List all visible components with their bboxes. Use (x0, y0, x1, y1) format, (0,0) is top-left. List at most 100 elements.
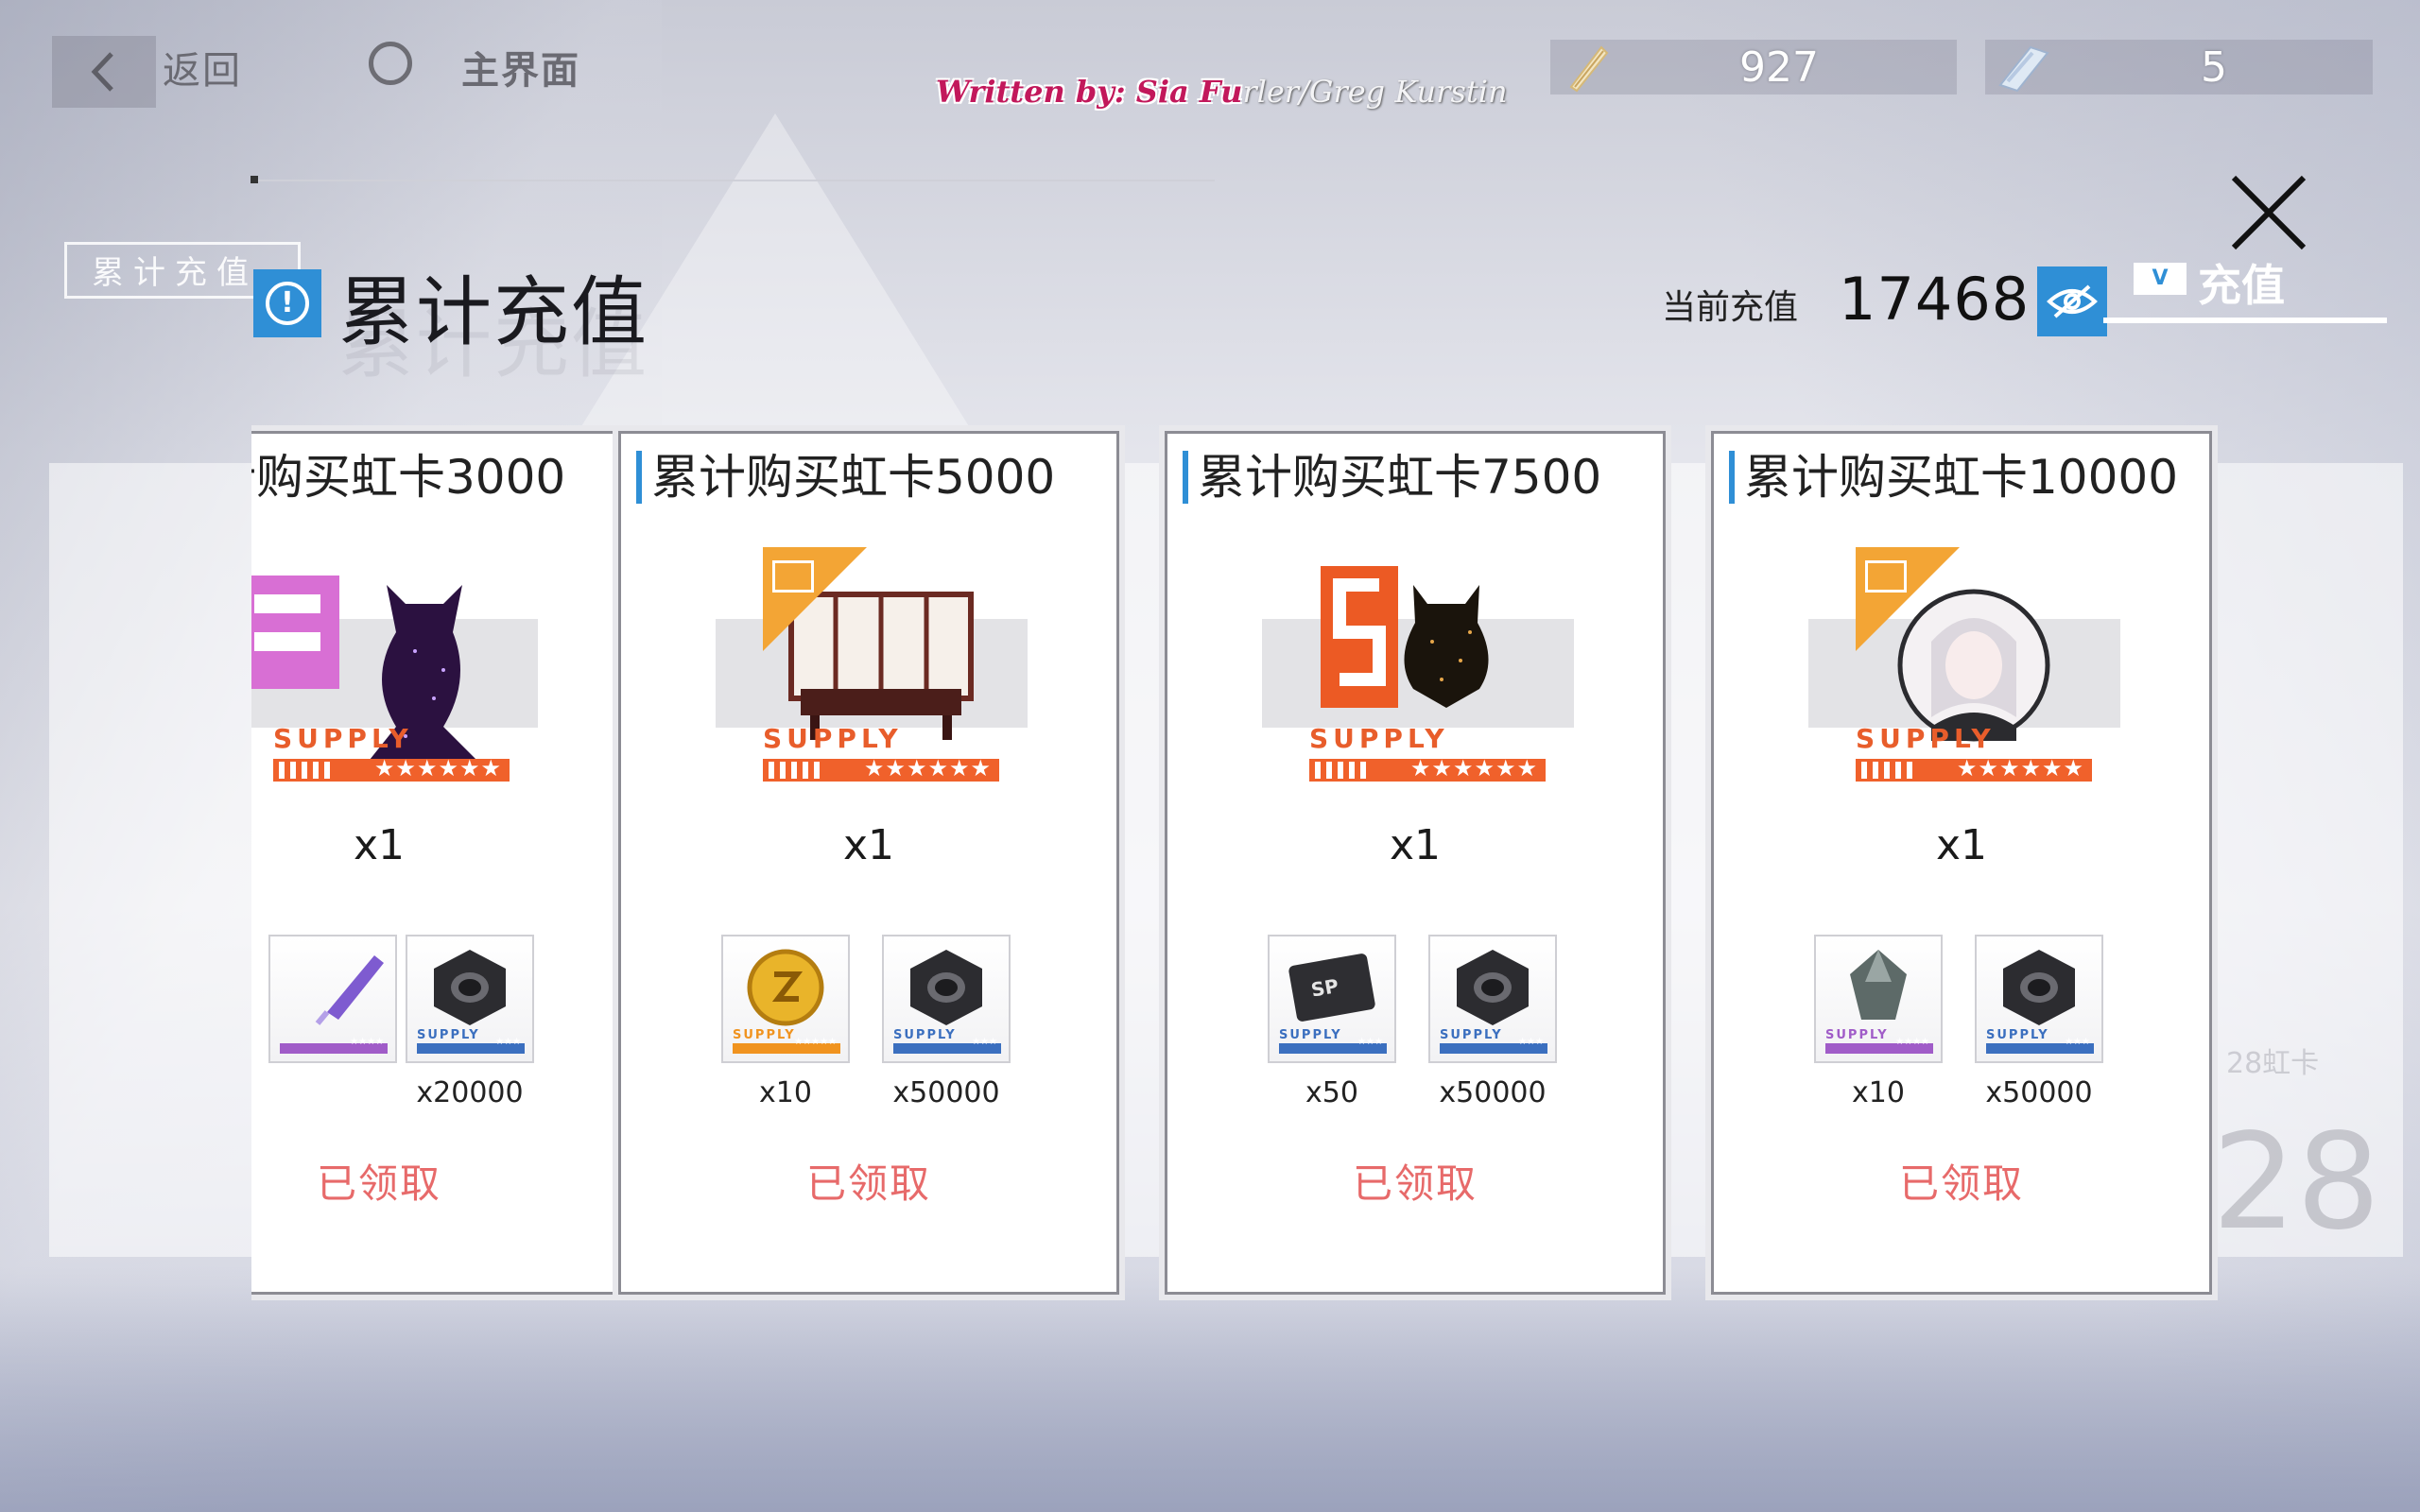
card-title: 累计购买虹卡7500 (1183, 451, 1601, 504)
svg-text:SP: SP (1309, 974, 1340, 1002)
gold-coin-icon (747, 949, 824, 1026)
header-divider (251, 180, 1215, 181)
recharge-tab-label: 充值 (2198, 260, 2285, 311)
eye-hidden-button[interactable] (2037, 266, 2107, 336)
hex-nut-icon (1457, 950, 1529, 1025)
reward-item-qty: x10 (759, 1076, 812, 1109)
supply-label: SUPPLY (273, 723, 413, 754)
reward-item[interactable]: SUPPLY ★★★★★ (721, 935, 850, 1063)
reward-item-qty: x50000 (892, 1076, 1000, 1109)
main-reward-qty: x1 (842, 821, 895, 869)
rarity-bar: ★★★ (1440, 1037, 1547, 1054)
hex-nut-icon (910, 950, 982, 1025)
reward-item[interactable]: SP SUPPLY ★★★ (1268, 935, 1396, 1063)
song-credit: Written by: Sia Furler/Greg Kurstin (936, 74, 1508, 110)
supply-label: SUPPLY (893, 1028, 957, 1042)
supply-label: SUPPLY (1856, 723, 1996, 754)
recharge-tab[interactable]: V 充值 (2103, 248, 2387, 325)
eye-slash-icon (2047, 284, 2098, 318)
reward-item[interactable]: SUPPLY ★★★ (1975, 935, 2103, 1063)
main-reward-qty: x1 (353, 821, 406, 869)
supply-label: SUPPLY (417, 1028, 480, 1042)
reward-card-list[interactable]: 累计购买虹卡3000 SUPPLY ★★★★★★ x1 ★★★★ (251, 416, 2218, 1304)
card-title: 累计购买虹卡10000 (1729, 451, 2178, 504)
supply-label: SUPPLY (1309, 723, 1449, 754)
rarity-bar: ★★★★ (1825, 1037, 1933, 1054)
main-reward[interactable]: SUPPLY ★★★★★★ (1808, 547, 2120, 793)
main-reward-qty: x1 (1389, 821, 1442, 869)
box-icon (772, 560, 814, 593)
reward-item[interactable]: SUPPLY ★★★ (1428, 935, 1557, 1063)
reward-card[interactable]: 累计购买虹卡5000 SUPPLY ★★★★★★ x1 SUPPLY ★★★★★… (618, 431, 1119, 1295)
back-label[interactable]: 返回 (163, 40, 242, 94)
back-button[interactable] (52, 36, 156, 108)
page-title: 累计充值 (338, 268, 648, 356)
main-reward[interactable]: SUPPLY ★★★★★★ (251, 547, 538, 793)
rarity-bar: ★★★★★★ (273, 755, 510, 782)
rarity-bar: ★★★★★ (733, 1037, 840, 1054)
reward-card[interactable]: 累计购买虹卡10000 SUPPLY ★★★★★★ x1 SUPPLY ★★★★ (1711, 431, 2212, 1295)
reward-item-qty: x50000 (1439, 1076, 1547, 1109)
rarity-bar: ★★★★★★ (1856, 755, 2092, 782)
top-bar: 返回 主界面 Written by: Sia Furler/Greg Kurst… (0, 0, 2420, 132)
info-icon[interactable]: ! (253, 269, 321, 337)
claimed-status: 已领取 (805, 1160, 931, 1207)
supply-label: SUPPLY (1986, 1028, 2049, 1042)
claimed-status: 已领取 (1352, 1160, 1478, 1207)
chevron-left-icon (91, 52, 113, 92)
current-recharge-label: 当前充值 (1662, 288, 1799, 327)
reward-item[interactable]: SUPPLY ★★★ (882, 935, 1011, 1063)
credit-rest: rler/Greg Kurstin (1242, 74, 1508, 110)
rarity-bar: ★★★ (417, 1037, 525, 1054)
rarity-bar: ★★★★ (280, 1037, 388, 1054)
reward-item[interactable]: SUPPLY ★★★★ (1814, 935, 1943, 1063)
reward-item-qty: x10 (1852, 1076, 1905, 1109)
rarity-bar: ★★★★★★ (1309, 755, 1546, 782)
reward-card[interactable]: 累计购买虹卡3000 SUPPLY ★★★★★★ x1 ★★★★ (251, 431, 630, 1295)
card-title: 累计购买虹卡5000 (636, 451, 1055, 504)
resource-panel-2[interactable]: 5 (1985, 40, 2373, 94)
rarity-stars: ★★★★★★ (373, 755, 502, 782)
sp-card-icon: SP (1288, 954, 1375, 1022)
main-reward-qty: x1 (1935, 821, 1988, 869)
main-reward[interactable]: SUPPLY ★★★★★★ (1262, 547, 1574, 793)
ghost-card-text: 28虹卡 (2226, 1047, 2320, 1080)
reward-item-qty: x20000 (416, 1076, 524, 1109)
vip-badge: V (2134, 263, 2187, 295)
home-circle-icon[interactable] (369, 42, 412, 85)
rarity-bar: ★★★ (1986, 1037, 2094, 1054)
character-silhouette-icon (1404, 585, 1489, 708)
rarity-bar: ★★★★★★ (763, 755, 999, 782)
rarity-stars: ★★★★★★ (1956, 755, 2084, 782)
resource-1-value: 927 (1739, 43, 1819, 92)
supply-label: SUPPLY (1440, 1028, 1503, 1042)
supply-label: SUPPLY (1279, 1028, 1342, 1042)
supply-label: SUPPLY (1825, 1028, 1889, 1042)
rarity-stars: ★★★★★★ (863, 755, 992, 782)
feather-currency-icon (1569, 45, 1609, 93)
hex-nut-icon (2003, 950, 2075, 1025)
claimed-status: 已领取 (316, 1160, 441, 1207)
box-icon (1865, 560, 1907, 593)
reward-item[interactable]: SUPPLY ★★★ (406, 935, 534, 1063)
supply-label: SUPPLY (733, 1028, 796, 1042)
weapon-icon (315, 955, 384, 1025)
credit-prefix: Written by: Sia Fu (936, 74, 1243, 110)
reward-item[interactable]: ★★★★ (268, 935, 397, 1063)
hex-nut-icon (434, 950, 506, 1025)
claimed-status: 已领取 (1898, 1160, 2024, 1207)
reward-item-qty: x50000 (1985, 1076, 2093, 1109)
reward-card[interactable]: 累计购买虹卡7500 SUPPLY ★★★★★★ x1 SP SUPPLY ★★… (1165, 431, 1666, 1295)
header-divider-dot (251, 176, 258, 183)
ghost-card-number: 28 (2212, 1106, 2381, 1260)
close-icon[interactable] (2226, 170, 2311, 255)
rainbow-card-icon (1998, 45, 2049, 93)
crystal-icon (1850, 950, 1907, 1020)
resource-panel-1[interactable]: 927 (1550, 40, 1957, 94)
rarity-bar: ★★★ (893, 1037, 1001, 1054)
home-label[interactable]: 主界面 (461, 40, 580, 94)
tab-underline (2103, 318, 2387, 323)
reward-item-qty: x50 (1305, 1076, 1358, 1109)
resource-2-value: 5 (2201, 43, 2227, 92)
main-reward[interactable]: SUPPLY ★★★★★★ (716, 547, 1028, 793)
